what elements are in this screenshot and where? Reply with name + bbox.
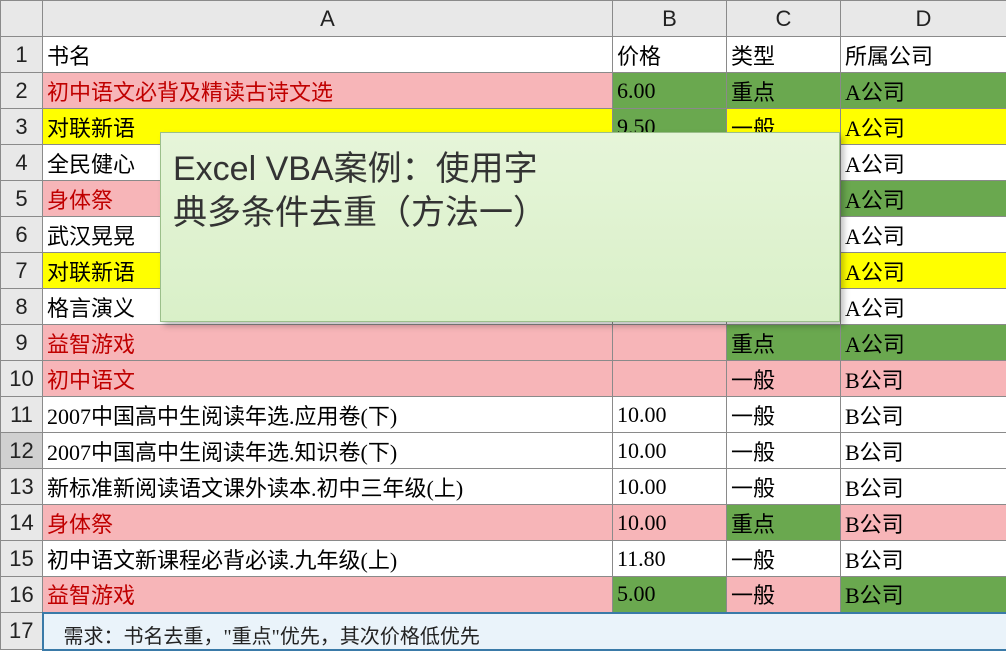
cell-price[interactable] [613,325,727,361]
cell-book-name[interactable]: 新标准新阅读语文课外读本.初中三年级(上) [43,469,613,505]
row-header[interactable]: 13 [1,469,43,505]
row-header[interactable]: 17 [1,613,43,650]
cell-company[interactable]: A公司 [841,145,1006,181]
row-header[interactable]: 14 [1,505,43,541]
col-header-B[interactable]: B [613,1,727,37]
table-row: 112007中国高中生阅读年选.应用卷(下)10.00一般B公司 [1,397,1006,433]
title-overlay: Excel VBA案例：使用字 典多条件去重（方法一） [160,132,840,322]
cell-price[interactable] [613,361,727,397]
row-header[interactable]: 4 [1,145,43,181]
row-header[interactable]: 7 [1,253,43,289]
row-header[interactable]: 16 [1,577,43,613]
cell-type[interactable]: 一般 [727,361,841,397]
cell-company[interactable]: A公司 [841,109,1006,145]
col-header-D[interactable]: D [841,1,1006,37]
cell-type[interactable]: 一般 [727,433,841,469]
cell-price[interactable]: 10.00 [613,505,727,541]
cell-price[interactable]: 10.00 [613,397,727,433]
row-header[interactable]: 10 [1,361,43,397]
table-row: 2初中语文必背及精读古诗文选6.00重点A公司 [1,73,1006,109]
cell-company[interactable]: B公司 [841,541,1006,577]
cell-C1[interactable]: 类型 [727,37,841,73]
table-row: 122007中国高中生阅读年选.知识卷(下)10.00一般B公司 [1,433,1006,469]
cell-book-name[interactable]: 初中语文 [43,361,613,397]
cell-price[interactable]: 6.00 [613,73,727,109]
cell-company[interactable]: A公司 [841,217,1006,253]
row-header[interactable]: 5 [1,181,43,217]
col-header-C[interactable]: C [727,1,841,37]
table-row: 9益智游戏 重点A公司 [1,325,1006,361]
cell-company[interactable]: B公司 [841,397,1006,433]
cell-company[interactable]: B公司 [841,505,1006,541]
col-header-A[interactable]: A [43,1,613,37]
table-row: 16益智游戏5.00一般B公司 [1,577,1006,613]
select-all-corner[interactable] [1,1,43,37]
column-header-row: A B C D [1,1,1006,37]
row-header[interactable]: 11 [1,397,43,433]
overlay-line2: 典多条件去重（方法一） [173,191,827,235]
cell-company[interactable]: B公司 [841,469,1006,505]
cell-price[interactable]: 11.80 [613,541,727,577]
cell-book-name[interactable]: 初中语文必背及精读古诗文选 [43,73,613,109]
cell-price[interactable]: 10.00 [613,469,727,505]
cell-D1[interactable]: 所属公司 [841,37,1006,73]
spreadsheet-grid[interactable]: A B C D 1 书名 价格 类型 所属公司 2初中语文必背及精读古诗文选6.… [0,0,1006,651]
cell-company[interactable]: A公司 [841,253,1006,289]
cell-price[interactable]: 10.00 [613,433,727,469]
cell-book-name[interactable]: 2007中国高中生阅读年选.知识卷(下) [43,433,613,469]
cell-B1[interactable]: 价格 [613,37,727,73]
cell-company[interactable]: A公司 [841,325,1006,361]
note-row: 17 需求：书名去重，"重点"优先，其次价格低优先 [1,613,1006,650]
row-header[interactable]: 6 [1,217,43,253]
table-header-row: 1 书名 价格 类型 所属公司 [1,37,1006,73]
cell-type[interactable]: 一般 [727,541,841,577]
cell-book-name[interactable]: 益智游戏 [43,325,613,361]
row-header[interactable]: 12 [1,433,43,469]
cell-book-name[interactable]: 身体祭 [43,505,613,541]
cell-company[interactable]: B公司 [841,433,1006,469]
cell-type[interactable]: 一般 [727,577,841,613]
row-header[interactable]: 2 [1,73,43,109]
cell-company[interactable]: B公司 [841,361,1006,397]
overlay-line1: Excel VBA案例：使用字 [173,147,827,191]
cell-type[interactable]: 一般 [727,397,841,433]
cell-company[interactable]: B公司 [841,577,1006,613]
cell-type[interactable]: 重点 [727,325,841,361]
table-row: 14身体祭10.00重点B公司 [1,505,1006,541]
cell-book-name[interactable]: 益智游戏 [43,577,613,613]
row-header[interactable]: 8 [1,289,43,325]
row-header[interactable]: 9 [1,325,43,361]
cell-type[interactable]: 重点 [727,505,841,541]
cell-book-name[interactable]: 2007中国高中生阅读年选.应用卷(下) [43,397,613,433]
cell-type[interactable]: 一般 [727,469,841,505]
table-row: 13新标准新阅读语文课外读本.初中三年级(上)10.00一般B公司 [1,469,1006,505]
requirement-note[interactable]: 需求：书名去重，"重点"优先，其次价格低优先 [43,613,1006,650]
cell-price[interactable]: 5.00 [613,577,727,613]
row-header[interactable]: 15 [1,541,43,577]
table-row: 15初中语文新课程必背必读.九年级(上)11.80一般B公司 [1,541,1006,577]
cell-company[interactable]: A公司 [841,73,1006,109]
row-header[interactable]: 3 [1,109,43,145]
cell-type[interactable]: 重点 [727,73,841,109]
cell-A1[interactable]: 书名 [43,37,613,73]
row-header[interactable]: 1 [1,37,43,73]
cell-company[interactable]: A公司 [841,181,1006,217]
cell-company[interactable]: A公司 [841,289,1006,325]
cell-book-name[interactable]: 初中语文新课程必背必读.九年级(上) [43,541,613,577]
table-row: 10初中语文 一般B公司 [1,361,1006,397]
